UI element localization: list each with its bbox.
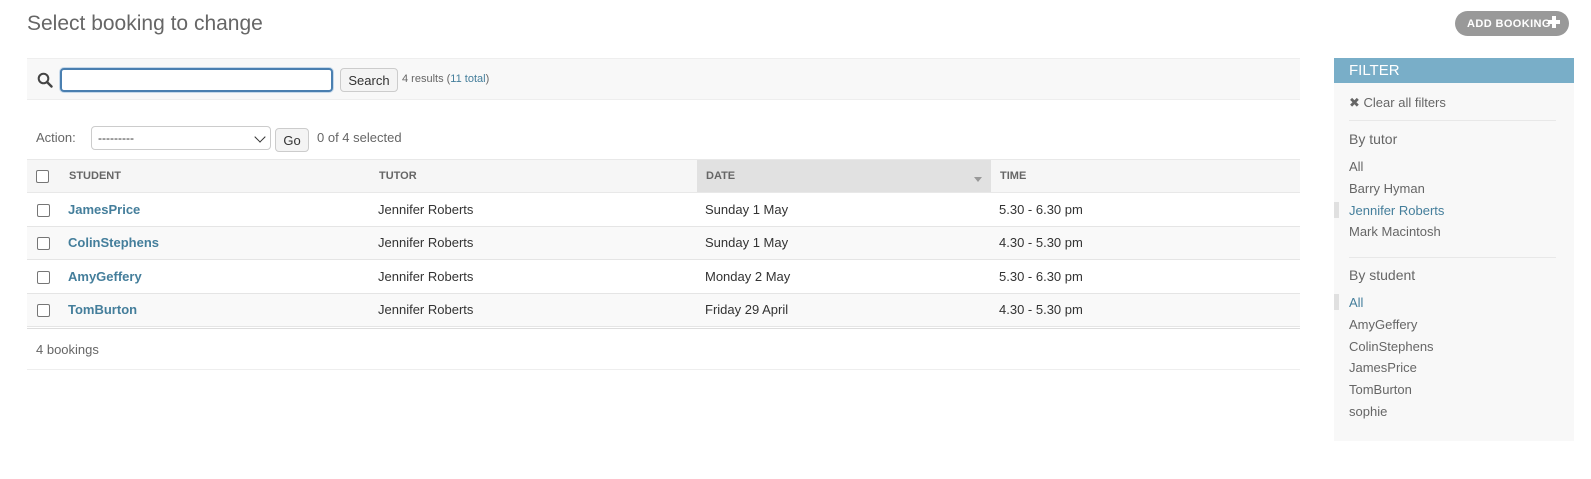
bookings-table: STUDENT TUTOR DATE TIME JamesPrice Jenni… (27, 159, 1300, 327)
student-link[interactable]: AmyGeffery (68, 269, 142, 284)
date-cell: Friday 29 April (697, 293, 991, 327)
filter-student-jamesprice[interactable]: JamesPrice (1349, 360, 1417, 375)
table-row: TomBurton Jennifer Roberts Friday 29 Apr… (27, 293, 1300, 327)
row-select-cell (27, 293, 60, 327)
sort-descending-icon[interactable] (974, 177, 982, 182)
row-select-cell (27, 192, 60, 227)
filter-group-student-title: By student (1349, 267, 1416, 283)
filter-student-amygeffery[interactable]: AmyGeffery (1349, 317, 1417, 332)
row-checkbox[interactable] (37, 237, 50, 251)
filter-student-all[interactable]: All (1333, 294, 1363, 310)
row-checkbox[interactable] (37, 203, 50, 217)
page-title: Select booking to change (27, 12, 263, 35)
filter-group-tutor-title: By tutor (1349, 131, 1398, 147)
date-cell: Sunday 1 May (697, 192, 991, 227)
time-cell: 4.30 - 5.30 pm (991, 226, 1300, 260)
table-header-row: STUDENT TUTOR DATE TIME (27, 159, 1300, 193)
column-header-time[interactable]: TIME (991, 159, 1300, 193)
changelist: Search 4 results (11 total) Action: ----… (27, 58, 1300, 370)
table-row: JamesPrice Jennifer Roberts Sunday 1 May… (27, 192, 1300, 227)
add-booking-label: ADD BOOKING (1467, 17, 1551, 30)
filter-title: FILTER (1334, 58, 1574, 83)
row-select-cell (27, 259, 60, 294)
selection-counter: 0 of 4 selected (317, 130, 402, 145)
filter-student-tomburton[interactable]: TomBurton (1349, 382, 1412, 397)
time-cell: 5.30 - 6.30 pm (991, 259, 1300, 294)
search-button[interactable]: Search (340, 68, 398, 92)
student-link[interactable]: JamesPrice (68, 202, 140, 217)
column-header-student[interactable]: STUDENT (60, 159, 370, 193)
filter-divider (1349, 257, 1556, 258)
action-select-value: --------- (98, 131, 134, 145)
date-cell: Sunday 1 May (697, 226, 991, 260)
results-count-suffix: ) (485, 73, 490, 85)
table-row: AmyGeffery Jennifer Roberts Monday 2 May… (27, 259, 1300, 294)
results-count: 4 results (11 total) (402, 73, 489, 85)
select-all-header (27, 159, 60, 193)
column-header-date-label: DATE (706, 170, 736, 182)
clear-filters-link[interactable]: ✖ Clear all filters (1349, 95, 1446, 111)
time-cell: 5.30 - 6.30 pm (991, 192, 1300, 227)
select-all-checkbox[interactable] (36, 169, 49, 183)
clear-filters-label: Clear all filters (1363, 95, 1446, 110)
table-row: ColinStephens Jennifer Roberts Sunday 1 … (27, 226, 1300, 260)
results-count-prefix: 4 results ( (402, 73, 451, 85)
time-cell: 4.30 - 5.30 pm (991, 293, 1300, 327)
tutor-cell: Jennifer Roberts (370, 226, 697, 260)
action-select[interactable]: --------- (91, 126, 271, 150)
action-label: Action: (36, 130, 76, 145)
student-link[interactable]: TomBurton (68, 302, 137, 317)
student-cell: JamesPrice (60, 192, 370, 227)
go-button[interactable]: Go (275, 128, 309, 152)
filter-divider (1349, 120, 1556, 121)
filter-tutor-jennifer-roberts[interactable]: Jennifer Roberts (1333, 202, 1444, 218)
tutor-cell: Jennifer Roberts (370, 192, 697, 227)
student-link[interactable]: ColinStephens (68, 235, 159, 250)
student-cell: TomBurton (60, 293, 370, 327)
column-header-tutor[interactable]: TUTOR (370, 159, 697, 193)
search-input[interactable] (60, 68, 333, 92)
search-toolbar: Search 4 results (11 total) (27, 58, 1300, 100)
date-cell: Monday 2 May (697, 259, 991, 294)
search-icon (37, 72, 53, 88)
row-checkbox[interactable] (37, 270, 50, 284)
column-header-date[interactable]: DATE (697, 159, 991, 193)
filter-tutor-barry-hyman[interactable]: Barry Hyman (1349, 181, 1425, 196)
row-checkbox[interactable] (37, 304, 50, 318)
filter-sidebar: FILTER ✖ Clear all filters By tutor All … (1333, 58, 1574, 441)
total-link[interactable]: 11 total (450, 73, 485, 85)
row-select-cell (27, 226, 60, 260)
filter-student-sophie[interactable]: sophie (1349, 404, 1387, 419)
tutor-cell: Jennifer Roberts (370, 259, 697, 294)
filter-tutor-mark-macintosh[interactable]: Mark Macintosh (1349, 224, 1441, 239)
add-booking-button[interactable]: ADD BOOKING (1455, 11, 1569, 36)
close-icon: ✖ (1349, 95, 1360, 110)
filter-student-colinstephens[interactable]: ColinStephens (1349, 339, 1434, 354)
tutor-cell: Jennifer Roberts (370, 293, 697, 327)
plus-icon (1548, 16, 1560, 28)
chevron-down-icon (254, 131, 266, 143)
paginator: 4 bookings (27, 328, 1300, 370)
student-cell: ColinStephens (60, 226, 370, 260)
filter-tutor-all[interactable]: All (1349, 159, 1363, 174)
actions-bar: Action: --------- Go 0 of 4 selected (27, 124, 1300, 154)
student-cell: AmyGeffery (60, 259, 370, 294)
